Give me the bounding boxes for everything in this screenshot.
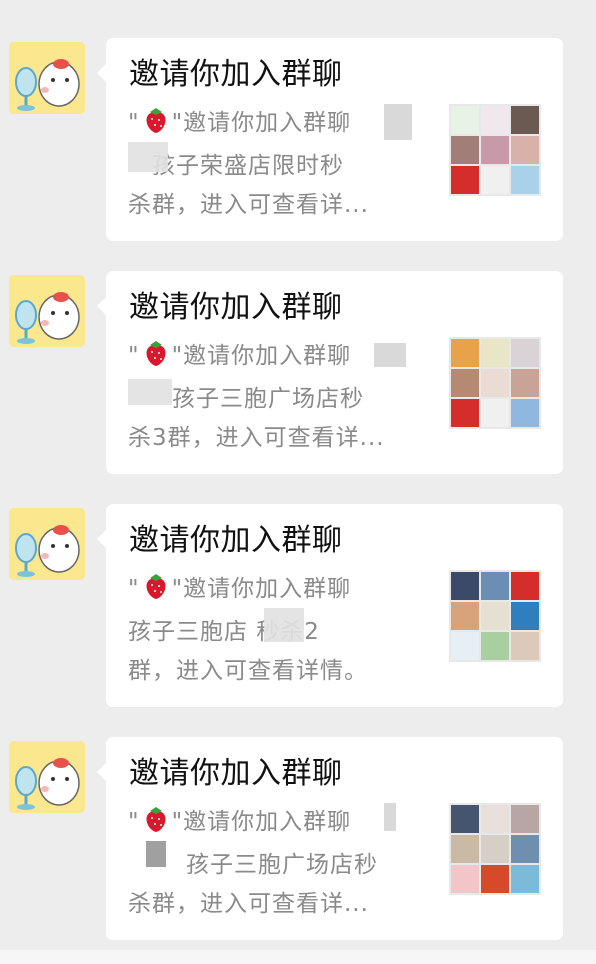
member-avatar: [511, 166, 539, 194]
group-avatar-grid: [449, 803, 541, 895]
member-avatar: [481, 369, 509, 397]
desc-line-1: "邀请你加入群聊: [171, 110, 352, 136]
desc-line-3: 群，进入可查看详情。: [128, 658, 368, 684]
avatar[interactable]: [9, 275, 85, 347]
desc-line-1: "邀请你加入群聊: [171, 576, 352, 602]
avatar[interactable]: [9, 741, 85, 813]
member-avatar: [481, 805, 509, 833]
group-avatar-grid: [449, 104, 541, 196]
chat-message: 邀请你加入群聊 " "邀请你加入群聊 孩子三胞广场店秒 杀群，进入可查看详...: [0, 737, 596, 941]
member-avatar: [511, 572, 539, 600]
strawberry-emoji-icon: [142, 106, 170, 147]
member-avatar: [451, 136, 479, 164]
redaction-mosaic: [264, 608, 304, 642]
member-avatar: [511, 369, 539, 397]
invite-title: 邀请你加入群聊: [129, 57, 343, 92]
group-invite-card[interactable]: 邀请你加入群聊 " "邀请你加入群聊 孩子三胞店 秒杀2 群，进入可查看详情。: [97, 504, 563, 707]
desc-line-1: "邀请你加入群聊: [171, 343, 352, 369]
avatar-cat-fan-icon: [9, 42, 85, 114]
group-invite-card[interactable]: 邀请你加入群聊 " "邀请你加入群聊 孩子三胞广场店秒 杀群，进入可查看详...: [97, 737, 563, 940]
quote-mark: ": [128, 809, 140, 835]
chat-message: 邀请你加入群聊 " "邀请你加入群聊 孩子三胞广场店秒 杀3群，进入可查看详...: [0, 271, 596, 475]
quote-mark: ": [128, 110, 140, 136]
strawberry-emoji-icon: [142, 805, 170, 846]
quote-mark: ": [128, 576, 140, 602]
member-avatar: [511, 835, 539, 863]
member-avatar: [451, 572, 479, 600]
member-avatar: [481, 106, 509, 134]
member-avatar: [451, 339, 479, 367]
group-avatar-grid: [449, 570, 541, 662]
invite-title: 邀请你加入群聊: [129, 523, 343, 558]
bottom-edge: [0, 950, 596, 964]
chat-message: 邀请你加入群聊 " "邀请你加入群聊 孩子三胞店 秒杀2 群，进入可查看详情。: [0, 504, 596, 708]
redaction-mosaic: [128, 142, 168, 172]
chat-message: 邀请你加入群聊 " "邀请你加入群聊 孩子荣盛店限时秒 杀群，进入可查看详...: [0, 38, 596, 242]
redaction-mosaic: [128, 379, 172, 405]
desc-line-3: 杀群，进入可查看详...: [128, 192, 369, 218]
desc-line-1: "邀请你加入群聊: [171, 809, 352, 835]
avatar-cat-fan-icon: [9, 508, 85, 580]
member-avatar: [511, 339, 539, 367]
member-avatar: [511, 602, 539, 630]
member-avatar: [511, 632, 539, 660]
member-avatar: [481, 166, 509, 194]
strawberry-emoji-icon: [142, 572, 170, 613]
desc-line-2: 孩子三胞广场店秒: [186, 852, 378, 878]
member-avatar: [511, 865, 539, 893]
invite-description: " "邀请你加入群聊 孩子三胞广场店秒 杀群，进入可查看详...: [128, 803, 428, 924]
member-avatar: [481, 865, 509, 893]
member-avatar: [451, 369, 479, 397]
avatar[interactable]: [9, 508, 85, 580]
member-avatar: [451, 106, 479, 134]
member-avatar: [451, 602, 479, 630]
member-avatar: [451, 632, 479, 660]
member-avatar: [481, 136, 509, 164]
member-avatar: [481, 602, 509, 630]
desc-line-2: 孩子三胞广场店秒: [172, 386, 364, 412]
member-avatar: [481, 835, 509, 863]
member-avatar: [511, 399, 539, 427]
strawberry-emoji-icon: [142, 339, 170, 380]
invite-description: " "邀请你加入群聊 孩子荣盛店限时秒 杀群，进入可查看详...: [128, 104, 428, 225]
member-avatar: [511, 106, 539, 134]
member-avatar: [511, 805, 539, 833]
member-avatar: [451, 865, 479, 893]
member-avatar: [481, 632, 509, 660]
previous-message-remnant: [0, 0, 596, 8]
group-avatar-grid: [449, 337, 541, 429]
redaction-mosaic: [146, 841, 166, 867]
quote-mark: ": [128, 343, 140, 369]
invite-title: 邀请你加入群聊: [129, 756, 343, 791]
redaction-mosaic: [384, 803, 396, 831]
avatar-cat-fan-icon: [9, 741, 85, 813]
redaction-mosaic: [374, 343, 406, 367]
group-invite-card[interactable]: 邀请你加入群聊 " "邀请你加入群聊 孩子三胞广场店秒 杀3群，进入可查看详...: [97, 271, 563, 474]
group-invite-card[interactable]: 邀请你加入群聊 " "邀请你加入群聊 孩子荣盛店限时秒 杀群，进入可查看详...: [97, 38, 563, 241]
member-avatar: [481, 399, 509, 427]
avatar-cat-fan-icon: [9, 275, 85, 347]
member-avatar: [451, 805, 479, 833]
member-avatar: [511, 136, 539, 164]
avatar[interactable]: [9, 42, 85, 114]
desc-line-3: 杀群，进入可查看详...: [128, 891, 369, 917]
invite-title: 邀请你加入群聊: [129, 290, 343, 325]
member-avatar: [451, 835, 479, 863]
desc-line-3: 杀3群，进入可查看详...: [128, 425, 385, 451]
member-avatar: [451, 166, 479, 194]
member-avatar: [481, 572, 509, 600]
desc-line-2: 孩子荣盛店限时秒: [152, 153, 344, 179]
redaction-mosaic: [384, 104, 412, 140]
member-avatar: [481, 339, 509, 367]
member-avatar: [451, 399, 479, 427]
